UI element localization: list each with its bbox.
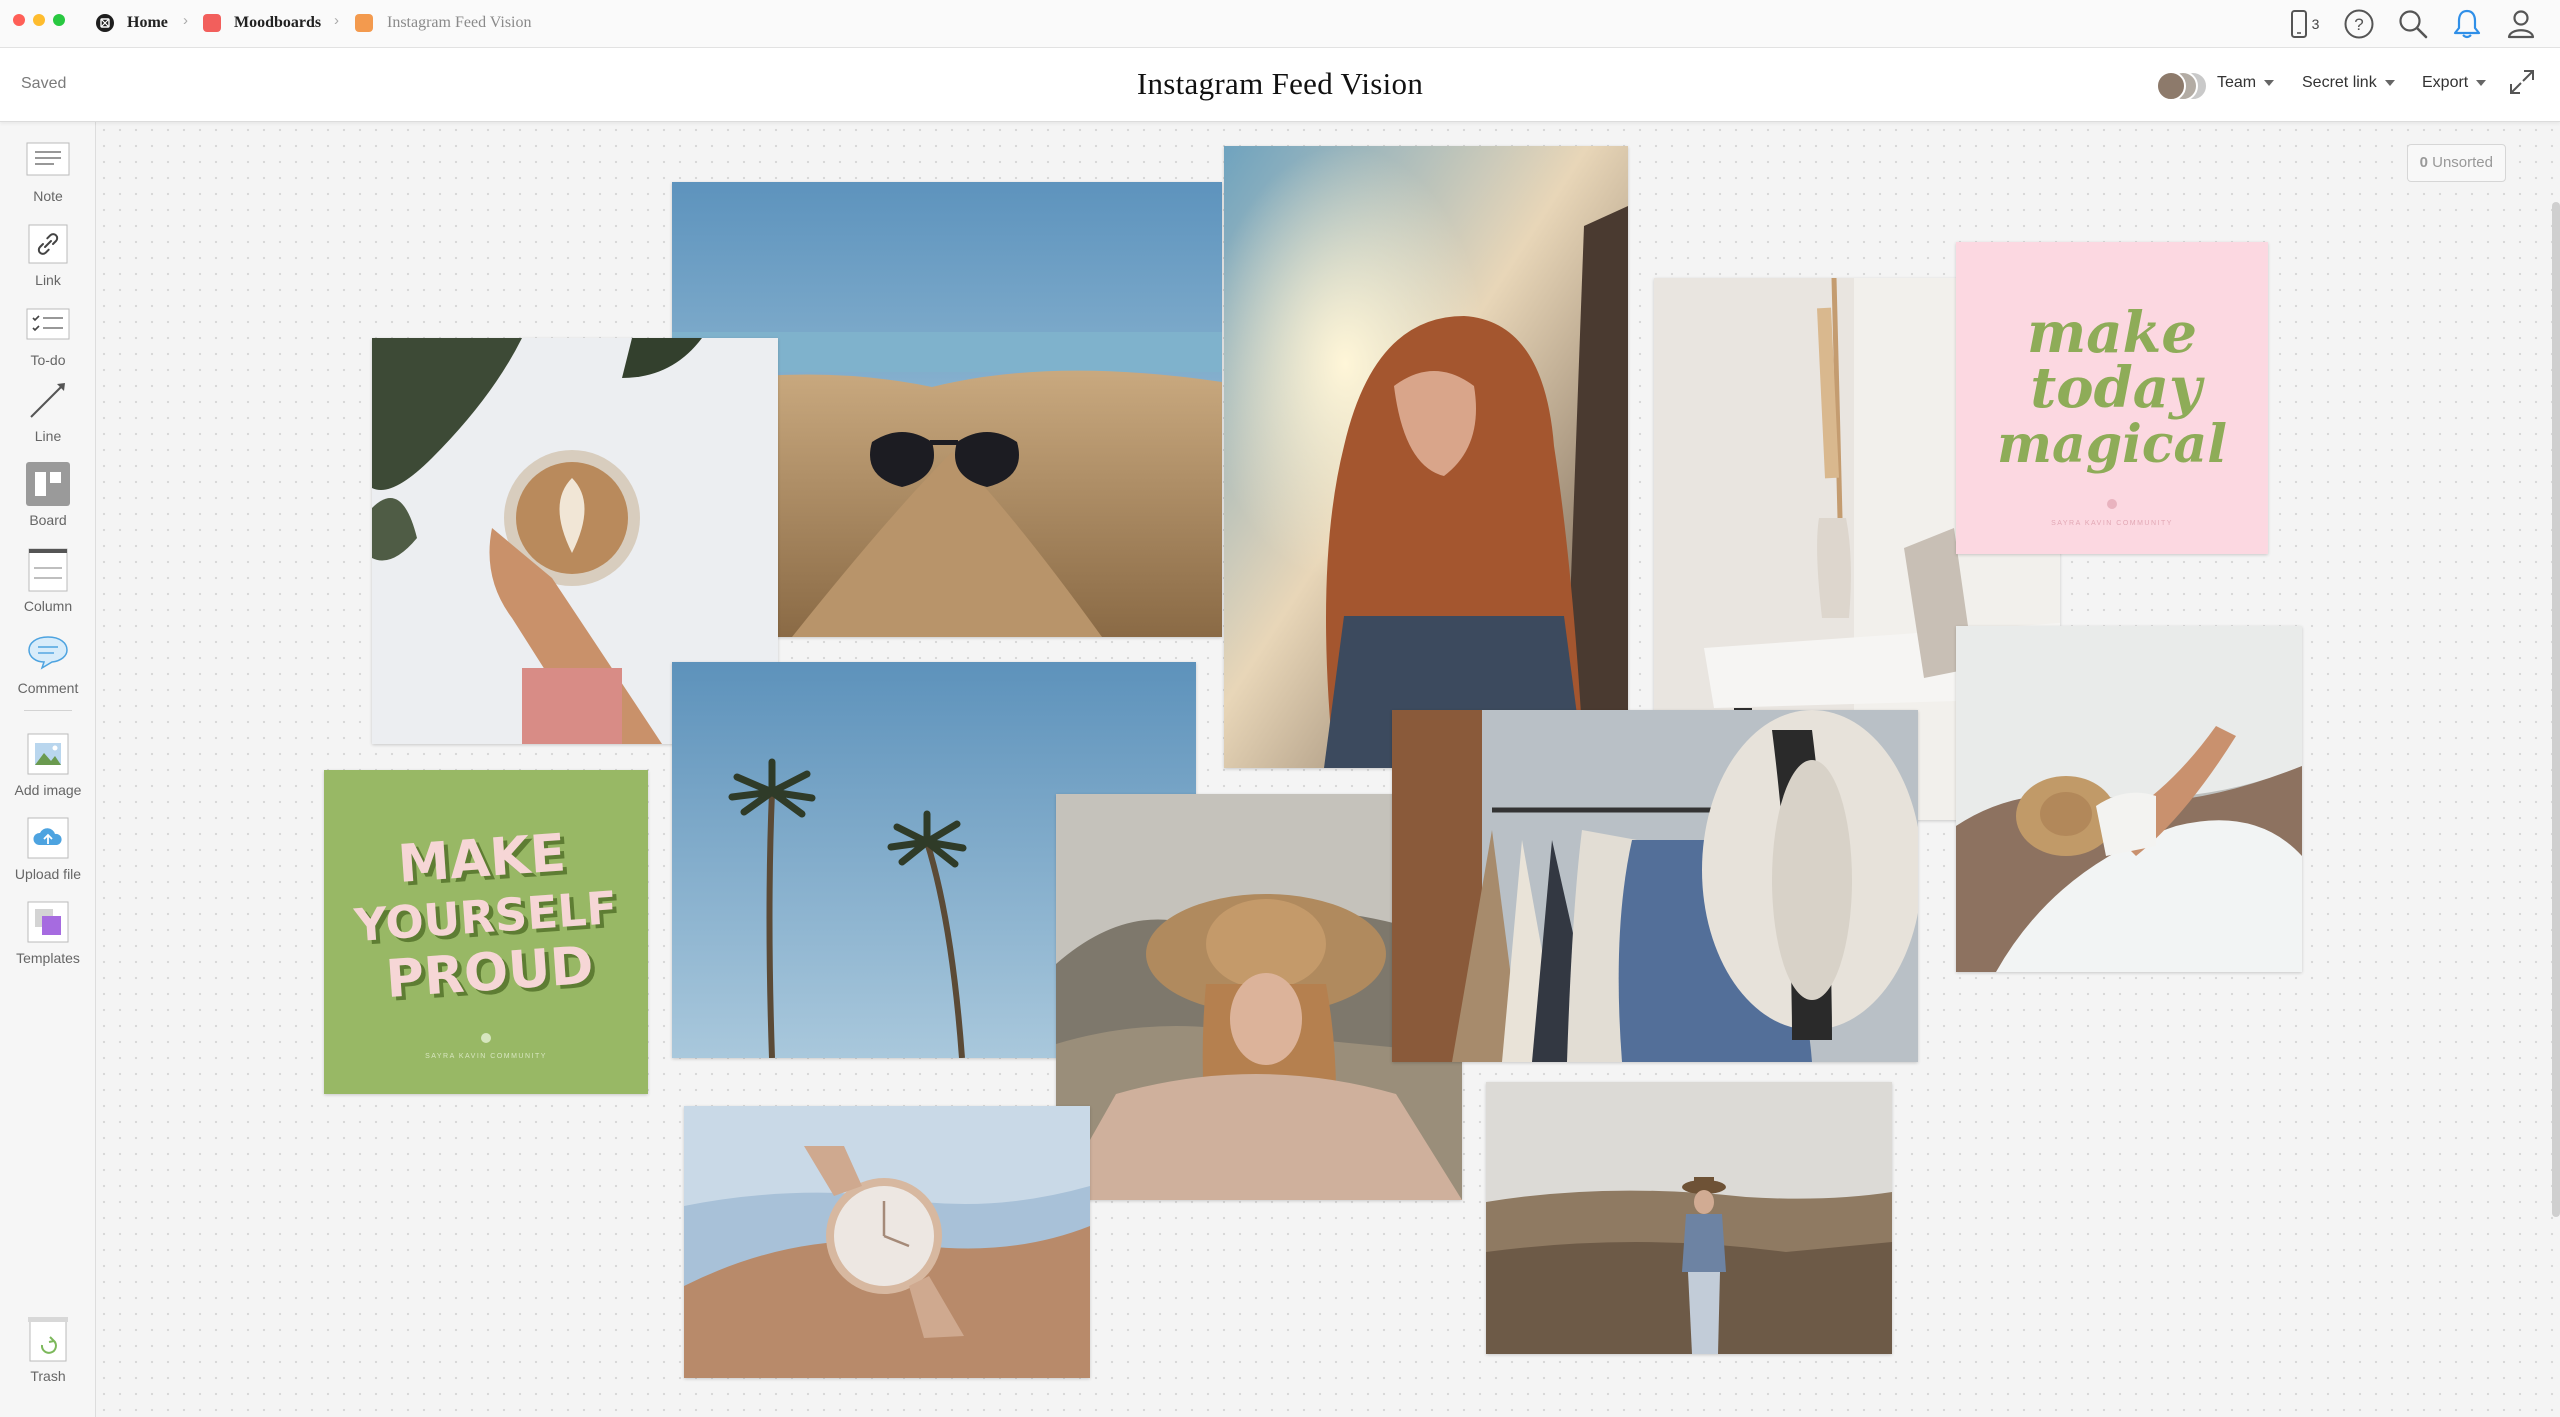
close-window-button[interactable] bbox=[13, 14, 25, 26]
note-icon bbox=[26, 142, 70, 176]
user-icon bbox=[2507, 10, 2535, 39]
collaborator-avatars[interactable] bbox=[2156, 70, 2208, 101]
make-today-magical-card[interactable]: make today magical SAYRA KAVIN COMMUNITY bbox=[1956, 242, 2268, 554]
expand-icon bbox=[2510, 70, 2534, 94]
devices-button[interactable]: 3 bbox=[2282, 8, 2326, 40]
unsorted-label: Unsorted bbox=[2432, 154, 2493, 171]
quote-line: today bbox=[2030, 355, 2205, 421]
woman-in-field-photo[interactable] bbox=[1486, 1082, 1892, 1354]
breadcrumb-current-board: Instagram Feed Vision bbox=[387, 14, 532, 31]
tool-add-image[interactable]: Add image bbox=[0, 732, 96, 798]
zoom-window-button[interactable] bbox=[53, 14, 65, 26]
board-header: Saved Instagram Feed Vision Team Secret … bbox=[0, 48, 2560, 122]
tool-trash[interactable]: Trash bbox=[0, 1317, 96, 1384]
todo-icon bbox=[26, 308, 70, 340]
tool-upload-file[interactable]: Upload file bbox=[0, 816, 96, 882]
tool-note[interactable]: Note bbox=[0, 138, 96, 204]
trash-icon bbox=[28, 1317, 68, 1362]
tool-todo[interactable]: To-do bbox=[0, 302, 96, 368]
board-icon bbox=[355, 14, 373, 32]
window-titlebar: Home › Moodboards › Instagram Feed Visio… bbox=[0, 0, 2560, 48]
phone-icon bbox=[2290, 10, 2307, 38]
woman-with-long-hair-photo[interactable] bbox=[1224, 146, 1628, 768]
tool-link[interactable]: Link bbox=[0, 222, 96, 288]
woman-on-beach-photo[interactable] bbox=[1956, 626, 2302, 972]
notifications-button[interactable] bbox=[2450, 8, 2484, 40]
quote-line: magical bbox=[1997, 414, 2227, 475]
tool-label: Line bbox=[34, 428, 62, 444]
export-menu-label: Export bbox=[2422, 74, 2469, 91]
minimize-window-button[interactable] bbox=[33, 14, 45, 26]
export-menu[interactable]: Export bbox=[2422, 74, 2487, 92]
bell-icon bbox=[2453, 9, 2481, 39]
add-image-icon bbox=[27, 733, 69, 775]
search-button[interactable] bbox=[2396, 8, 2430, 40]
tool-label: Board bbox=[29, 512, 67, 528]
svg-text:?: ? bbox=[2354, 15, 2363, 34]
tool-label: Add image bbox=[14, 782, 82, 798]
quote-credit: SAYRA KAVIN COMMUNITY bbox=[2051, 520, 2173, 527]
board-canvas[interactable]: 0 Unsorted make today magical SAYRA KAVI… bbox=[96, 122, 2560, 1417]
avatar bbox=[2156, 71, 2186, 101]
help-button[interactable]: ? bbox=[2342, 8, 2376, 40]
caret-down-icon bbox=[2264, 79, 2275, 86]
link-icon bbox=[28, 224, 68, 264]
toolbar-divider bbox=[24, 710, 72, 711]
secret-link-menu[interactable]: Secret link bbox=[2302, 74, 2395, 92]
unsorted-button[interactable]: 0 Unsorted bbox=[2406, 144, 2506, 182]
fullscreen-button[interactable] bbox=[2508, 68, 2536, 101]
breadcrumb-home[interactable]: Home bbox=[127, 13, 168, 33]
comment-icon bbox=[28, 636, 68, 670]
tool-label: Link bbox=[35, 272, 61, 288]
tool-label: Templates bbox=[16, 950, 80, 966]
quote-credit: SAYRA KAVIN COMMUNITY bbox=[425, 1053, 547, 1060]
chevron-right-icon: › bbox=[334, 12, 339, 29]
search-icon bbox=[2399, 10, 2428, 39]
moodboard-board-icon bbox=[203, 14, 221, 32]
tool-column[interactable]: Column bbox=[0, 548, 96, 614]
vertical-scrollbar[interactable] bbox=[2552, 202, 2560, 1217]
chevron-right-icon: › bbox=[183, 12, 188, 29]
help-icon: ? bbox=[2344, 9, 2374, 39]
breadcrumb-moodboards[interactable]: Moodboards bbox=[234, 13, 321, 33]
column-icon bbox=[28, 548, 68, 592]
clothes-rack-hat-photo[interactable] bbox=[1392, 710, 1918, 1062]
tool-label: To-do bbox=[30, 352, 66, 368]
line-icon bbox=[30, 383, 65, 418]
unsorted-count: 0 bbox=[2419, 154, 2428, 171]
tool-board[interactable]: Board bbox=[0, 462, 96, 528]
wristwatch-photo[interactable] bbox=[684, 1106, 1090, 1378]
device-count: 3 bbox=[2311, 16, 2320, 32]
tool-label: Comment bbox=[17, 680, 79, 696]
tool-label: Trash bbox=[30, 1368, 66, 1384]
templates-icon bbox=[27, 901, 69, 943]
tool-comment[interactable]: Comment bbox=[0, 630, 96, 696]
milanote-logo-icon bbox=[96, 14, 114, 32]
quote-line: MAKE bbox=[396, 823, 568, 895]
tool-label: Upload file bbox=[14, 866, 82, 882]
team-menu[interactable]: Team bbox=[2217, 74, 2275, 92]
caret-down-icon bbox=[2384, 79, 2395, 86]
account-button[interactable] bbox=[2504, 8, 2538, 40]
caret-down-icon bbox=[2476, 79, 2487, 86]
tool-sidebar: Note Link To-do Line Board Column Commen… bbox=[0, 122, 96, 1417]
tool-templates[interactable]: Templates bbox=[0, 900, 96, 966]
make-yourself-proud-card[interactable]: MAKE MAKE YOURSELF YOURSELF PROUD PROUD … bbox=[324, 770, 648, 1094]
tool-label: Note bbox=[33, 188, 63, 204]
board-tool-icon bbox=[26, 462, 70, 506]
tool-label: Column bbox=[23, 598, 73, 614]
upload-cloud-icon bbox=[27, 817, 69, 859]
team-menu-label: Team bbox=[2217, 74, 2257, 91]
secret-link-menu-label: Secret link bbox=[2302, 74, 2377, 91]
tool-line[interactable]: Line bbox=[0, 378, 96, 444]
